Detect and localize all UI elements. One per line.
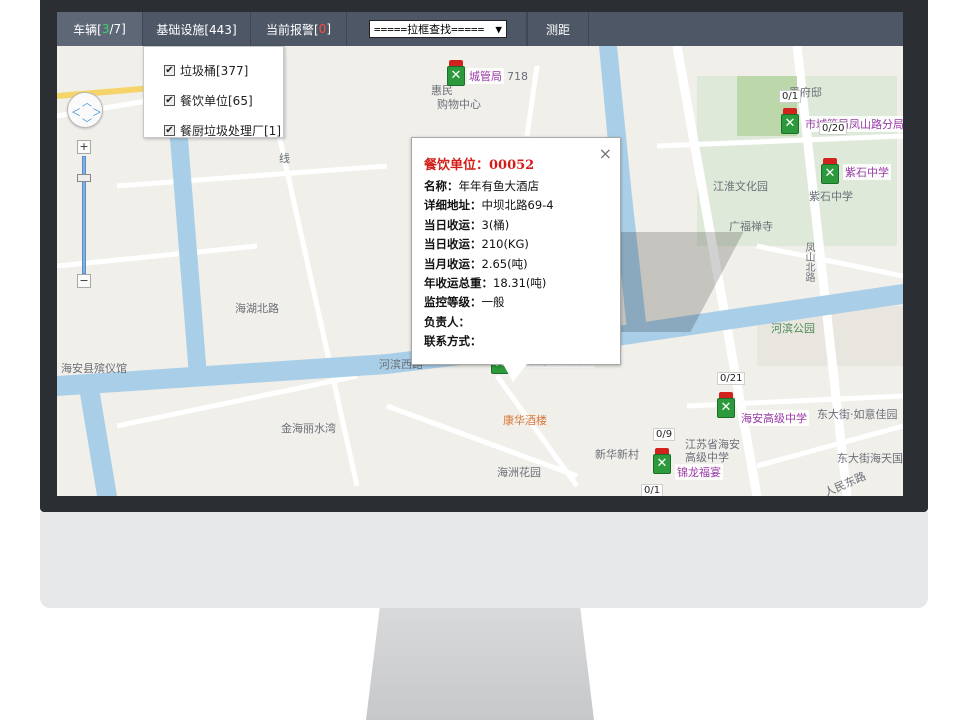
layer-option-label: 餐厨垃圾处理厂[1] — [180, 123, 281, 138]
place-label: 东大街·如意佳园 — [817, 408, 898, 421]
info-window-pointer — [503, 364, 527, 382]
info-key: 监控等级： — [424, 295, 482, 310]
vehicles-total: /7] — [109, 22, 126, 36]
info-row: 名称：年年有鱼大酒店 — [424, 177, 620, 196]
pan-up-icon[interactable]: ︿ — [82, 94, 92, 109]
road-label: 线 — [279, 152, 290, 165]
info-key: 联系方式： — [424, 334, 482, 349]
vehicles-tab[interactable]: 车辆[3/7] — [57, 12, 143, 46]
place-label: 金海丽水湾 — [281, 422, 336, 435]
layer-option-plant[interactable]: ✔ 餐厨垃圾处理厂[1] — [144, 115, 283, 145]
bin-count-tag: 0/1 — [641, 484, 664, 496]
place-label: 河滨公园 — [771, 322, 815, 335]
vehicles-label: 车辆[ — [73, 22, 102, 37]
vehicles-active-count: 3 — [101, 22, 110, 36]
select-wrapper: =====拉框查找===== ▼ — [347, 12, 527, 46]
alarm-count: 0 — [318, 22, 327, 36]
restaurant-marker[interactable]: ✕ — [781, 108, 799, 134]
info-value: 年年有鱼大酒店 — [458, 179, 540, 193]
alarm-suffix: ] — [326, 22, 331, 36]
alarm-label: 当前报警[ — [265, 22, 319, 37]
facilities-tab[interactable]: 基础设施[443] — [143, 12, 251, 46]
poi-tag[interactable]: 城管局 — [467, 68, 504, 84]
info-value: 2.65(吨) — [481, 256, 528, 271]
zoom-out-button[interactable]: − — [77, 274, 91, 288]
bin-count-tag: 0/20 — [819, 122, 848, 135]
chevron-down-icon: ▼ — [495, 22, 502, 36]
app-screen: 河滨西路 海湖北路 海安县殡仪馆 金海丽水湾 康华酒楼 海洲花园 新华新村 江苏… — [57, 12, 903, 496]
poi-tag[interactable]: 紫石中学 — [843, 164, 891, 180]
place-label: 江淮文化园 — [713, 180, 768, 193]
zoom-control: + − — [77, 140, 91, 290]
road-label: 海湖北路 — [235, 302, 279, 315]
pan-left-icon[interactable]: ＜ — [71, 104, 81, 119]
checkbox[interactable]: ✔ — [164, 94, 175, 106]
place-label: 718 — [507, 70, 528, 83]
bin-count-tag: 0/9 — [653, 428, 676, 441]
place-label: 新华新村 — [595, 448, 639, 461]
info-row: 年收运总重：18.31(吨) — [424, 274, 620, 293]
restaurant-marker[interactable]: ✕ — [717, 392, 735, 418]
box-search-select[interactable]: =====拉框查找===== ▼ — [369, 20, 507, 38]
info-value: 18.31(吨) — [493, 275, 547, 290]
info-window: × 餐饮单位：00052 名称：年年有鱼大酒店 详细地址：中坝北路69-4 当日… — [411, 137, 621, 365]
info-row: 当日收运：3(桶) — [424, 216, 620, 235]
close-icon[interactable]: × — [599, 144, 612, 163]
layer-option-label: 垃圾桶[377] — [180, 63, 249, 78]
info-key: 年收运总重： — [424, 275, 493, 290]
place-label: 海安县殡仪馆 — [61, 362, 127, 375]
top-toolbar: 车辆[3/7] 基础设施[443] 当前报警[0] =====拉框查找=====… — [57, 12, 903, 46]
map-pan-control[interactable]: ︿ ﹀ ＜ ＞ — [67, 92, 103, 130]
place-label: 康华酒楼 — [503, 414, 547, 427]
place-label: 江苏省海安高级中学 — [685, 438, 740, 464]
layer-option-bins[interactable]: ✔ 垃圾桶[377] — [144, 55, 283, 85]
info-key: 负责人： — [424, 314, 470, 329]
poi-tag[interactable]: 市城管局凤山路分局 — [803, 116, 903, 132]
info-value: 3(桶) — [481, 217, 510, 232]
info-row: 当日收运：210(KG) — [424, 235, 620, 254]
checkbox[interactable]: ✔ — [164, 124, 175, 136]
pan-down-icon[interactable]: ﹀ — [82, 115, 92, 130]
info-key: 当月收运： — [424, 256, 482, 271]
checkbox[interactable]: ✔ — [164, 64, 175, 76]
restaurant-marker[interactable]: ✕ — [447, 60, 465, 86]
bin-count-tag: 0/21 — [717, 372, 746, 385]
info-row: 当月收运：2.65(吨) — [424, 255, 620, 274]
info-row: 详细地址：中坝北路69-4 — [424, 196, 620, 215]
place-label: 东大街海天国 — [837, 452, 903, 465]
monitor-chin — [40, 512, 928, 608]
info-key: 当日收运： — [424, 237, 482, 252]
layer-option-restaurants[interactable]: ✔ 餐饮单位[65] — [144, 85, 283, 115]
select-value: =====拉框查找===== — [374, 23, 485, 36]
facilities-dropdown: ✔ 垃圾桶[377] ✔ 餐饮单位[65] ✔ 餐厨垃圾处理厂[1] — [143, 46, 284, 138]
poi-tag[interactable]: 锦龙福宴 — [675, 464, 723, 480]
info-value: 210(KG) — [481, 237, 529, 252]
info-key: 详细地址： — [424, 198, 482, 213]
info-value: 中坝北路69-4 — [481, 198, 554, 213]
place-label: 紫石中学 — [809, 190, 853, 203]
bin-count-tag: 0/1 — [779, 90, 802, 103]
zoom-slider-thumb[interactable] — [77, 174, 91, 182]
measure-button[interactable]: 测距 — [527, 12, 589, 46]
alarm-tab[interactable]: 当前报警[0] — [251, 12, 347, 46]
info-key: 当日收运： — [424, 217, 482, 232]
restaurant-marker[interactable]: ✕ — [821, 158, 839, 184]
info-value: 一般 — [481, 295, 505, 310]
zoom-in-button[interactable]: + — [77, 140, 91, 154]
poi-tag[interactable]: 海安高级中学 — [739, 410, 809, 426]
place-label: 购物中心 — [437, 98, 481, 111]
monitor-stand — [366, 608, 594, 720]
info-window-title: 餐饮单位：00052 — [424, 158, 535, 173]
restaurant-marker[interactable]: ✕ — [653, 448, 671, 474]
info-row: 联系方式： — [424, 332, 620, 351]
info-row: 监控等级：一般 — [424, 293, 620, 312]
place-label: 海洲花园 — [497, 466, 541, 479]
pan-right-icon[interactable]: ＞ — [92, 104, 102, 119]
info-row: 负责人： — [424, 313, 620, 332]
info-key: 名称： — [424, 179, 459, 193]
road-label: 凤山北路 — [803, 242, 814, 282]
layer-option-label: 餐饮单位[65] — [180, 93, 253, 108]
